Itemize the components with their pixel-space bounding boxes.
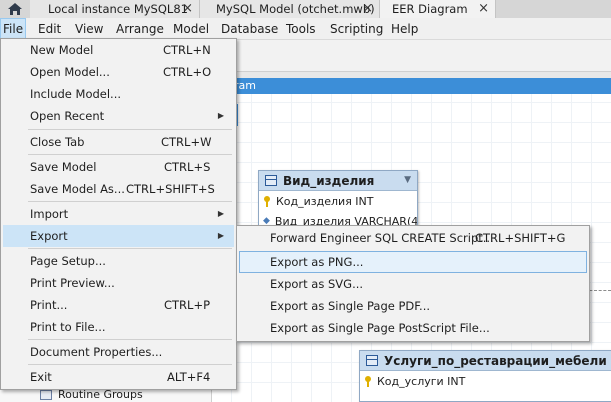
table-icon bbox=[366, 355, 378, 366]
export-submenu: Forward Engineer SQL CREATE Script... CT… bbox=[236, 225, 590, 342]
close-icon[interactable]: × bbox=[362, 1, 373, 16]
eer-diagram-header: gram bbox=[212, 78, 611, 94]
close-icon[interactable]: × bbox=[478, 1, 489, 16]
tab-eer-diagram[interactable]: EER Diagram × bbox=[380, 0, 496, 18]
entity-title: Вид_изделия bbox=[283, 173, 375, 188]
menu-item-export[interactable]: Export ▶ bbox=[3, 225, 234, 247]
menu-help[interactable]: Help bbox=[391, 18, 418, 40]
menu-separator bbox=[28, 129, 232, 130]
entity-header: Услуги_по_реставрации_мебели bbox=[360, 351, 611, 371]
menu-item-label: Export as PNG... bbox=[270, 255, 364, 269]
menu-item-label: Print... bbox=[30, 298, 68, 312]
key-icon bbox=[364, 375, 372, 387]
menu-item-shortcut: CTRL+P bbox=[164, 298, 211, 312]
menu-item-shortcut: CTRL+O bbox=[163, 65, 212, 79]
menu-item-shortcut: CTRL+SHIFT+G bbox=[475, 231, 566, 245]
menu-separator bbox=[28, 248, 232, 249]
menu-item-print[interactable]: Print... CTRL+P bbox=[3, 294, 234, 316]
menu-item-shortcut: CTRL+S bbox=[164, 160, 211, 174]
menu-item-save-model[interactable]: Save Model CTRL+S bbox=[3, 156, 234, 178]
menu-arrange[interactable]: Arrange bbox=[116, 18, 164, 40]
file-menu: New Model CTRL+N Open Model... CTRL+O In… bbox=[0, 38, 237, 390]
menu-separator bbox=[28, 339, 232, 340]
menu-item-label: Print Preview... bbox=[30, 276, 115, 290]
home-tab[interactable] bbox=[0, 0, 30, 18]
menu-tools[interactable]: Tools bbox=[286, 18, 316, 40]
menu-item-label: Export bbox=[30, 229, 68, 243]
submenu-arrow-icon: ▶ bbox=[217, 231, 224, 240]
menu-item-save-model-as[interactable]: Save Model As... CTRL+SHIFT+S bbox=[3, 178, 234, 200]
menu-item-shortcut: CTRL+N bbox=[163, 43, 211, 57]
menu-item-exit[interactable]: Exit ALT+F4 bbox=[3, 366, 234, 388]
menu-item-export-postscript[interactable]: Export as Single Page PostScript File... bbox=[239, 317, 587, 339]
menu-item-document-properties[interactable]: Document Properties... bbox=[3, 341, 234, 363]
menu-item-print-preview[interactable]: Print Preview... bbox=[3, 272, 234, 294]
submenu-arrow-icon: ▶ bbox=[217, 111, 224, 120]
menu-item-forward-engineer[interactable]: Forward Engineer SQL CREATE Script... CT… bbox=[239, 227, 587, 249]
menu-item-label: Export as SVG... bbox=[270, 277, 364, 291]
menu-item-label: Forward Engineer SQL CREATE Script... bbox=[270, 231, 494, 245]
menu-item-label: Include Model... bbox=[30, 87, 122, 101]
routine-group-icon bbox=[40, 389, 52, 400]
menu-item-new-model[interactable]: New Model CTRL+N bbox=[3, 39, 234, 61]
menu-item-label: Save Model bbox=[30, 160, 97, 174]
menu-item-export-png[interactable]: Export as PNG... bbox=[239, 251, 587, 273]
dropdown-triangle-icon[interactable]: ▼ bbox=[404, 175, 411, 185]
menu-item-shortcut: CTRL+SHIFT+S bbox=[126, 182, 215, 196]
menu-item-shortcut: CTRL+W bbox=[161, 135, 212, 149]
menu-item-label: Export as Single Page PDF... bbox=[270, 299, 431, 313]
column-label: Код_изделия INT bbox=[276, 194, 374, 208]
menu-edit[interactable]: Edit bbox=[38, 18, 61, 40]
menu-item-include-model[interactable]: Include Model... bbox=[3, 83, 234, 105]
menu-separator bbox=[28, 154, 232, 155]
tab-local-instance[interactable]: Local instance MySQL81 × bbox=[30, 0, 200, 18]
close-icon[interactable]: × bbox=[182, 1, 193, 16]
menu-item-label: Page Setup... bbox=[30, 254, 106, 268]
menu-item-label: Open Recent bbox=[30, 109, 105, 123]
column-label: Код_услуги INT bbox=[377, 374, 466, 388]
menu-database[interactable]: Database bbox=[221, 18, 278, 40]
home-icon bbox=[8, 3, 22, 15]
menu-item-open-recent[interactable]: Open Recent ▶ bbox=[3, 105, 234, 127]
menu-bar: File Edit View Arrange Model Database To… bbox=[0, 18, 611, 40]
menu-item-label: Close Tab bbox=[30, 135, 85, 149]
entity-header: Вид_изделия ▼ bbox=[259, 171, 417, 191]
menu-item-label: Export as Single Page PostScript File... bbox=[270, 321, 490, 335]
entity-title: Услуги_по_реставрации_мебели bbox=[384, 353, 607, 368]
menu-separator bbox=[28, 201, 232, 202]
key-icon bbox=[263, 195, 271, 207]
menu-item-label: Document Properties... bbox=[30, 345, 163, 359]
menu-item-import[interactable]: Import ▶ bbox=[3, 203, 234, 225]
tab-label: Local instance MySQL81 bbox=[48, 2, 188, 16]
entity-column-row: Код_изделия INT bbox=[259, 191, 417, 211]
menu-item-label: Exit bbox=[30, 370, 52, 384]
entity-uslugi[interactable]: Услуги_по_реставрации_мебели Код_услуги … bbox=[359, 350, 611, 402]
entity-vid-izdeliya[interactable]: Вид_изделия ▼ Код_изделия INT ◆ Вид_изде… bbox=[258, 170, 418, 230]
menu-model[interactable]: Model bbox=[173, 18, 209, 40]
tab-label: EER Diagram bbox=[392, 2, 468, 16]
menu-item-label: Print to File... bbox=[30, 320, 106, 334]
menu-item-export-svg[interactable]: Export as SVG... bbox=[239, 273, 587, 295]
menu-item-close-tab[interactable]: Close Tab CTRL+W bbox=[3, 131, 234, 153]
menu-item-label: Save Model As... bbox=[30, 182, 125, 196]
menu-item-label: Import bbox=[30, 207, 69, 221]
tab-mysql-model[interactable]: MySQL Model (otchet.mwb) × bbox=[200, 0, 380, 18]
menu-scripting[interactable]: Scripting bbox=[330, 18, 383, 40]
menu-separator bbox=[28, 364, 232, 365]
menu-item-print-to-file[interactable]: Print to File... bbox=[3, 316, 234, 338]
tab-label: MySQL Model (otchet.mwb) bbox=[216, 2, 375, 16]
menu-item-open-model[interactable]: Open Model... CTRL+O bbox=[3, 61, 234, 83]
table-icon bbox=[265, 175, 277, 186]
submenu-arrow-icon: ▶ bbox=[217, 209, 224, 218]
menu-view[interactable]: View bbox=[75, 18, 103, 40]
menu-file[interactable]: File bbox=[0, 18, 27, 40]
tab-bar: Local instance MySQL81 × MySQL Model (ot… bbox=[0, 0, 611, 18]
menu-item-shortcut: ALT+F4 bbox=[167, 370, 211, 384]
menu-item-label: Open Model... bbox=[30, 65, 110, 79]
menu-item-page-setup[interactable]: Page Setup... bbox=[3, 250, 234, 272]
menu-item-export-pdf[interactable]: Export as Single Page PDF... bbox=[239, 295, 587, 317]
menu-item-label: New Model bbox=[30, 43, 94, 57]
entity-column-row: Код_услуги INT bbox=[360, 371, 611, 391]
